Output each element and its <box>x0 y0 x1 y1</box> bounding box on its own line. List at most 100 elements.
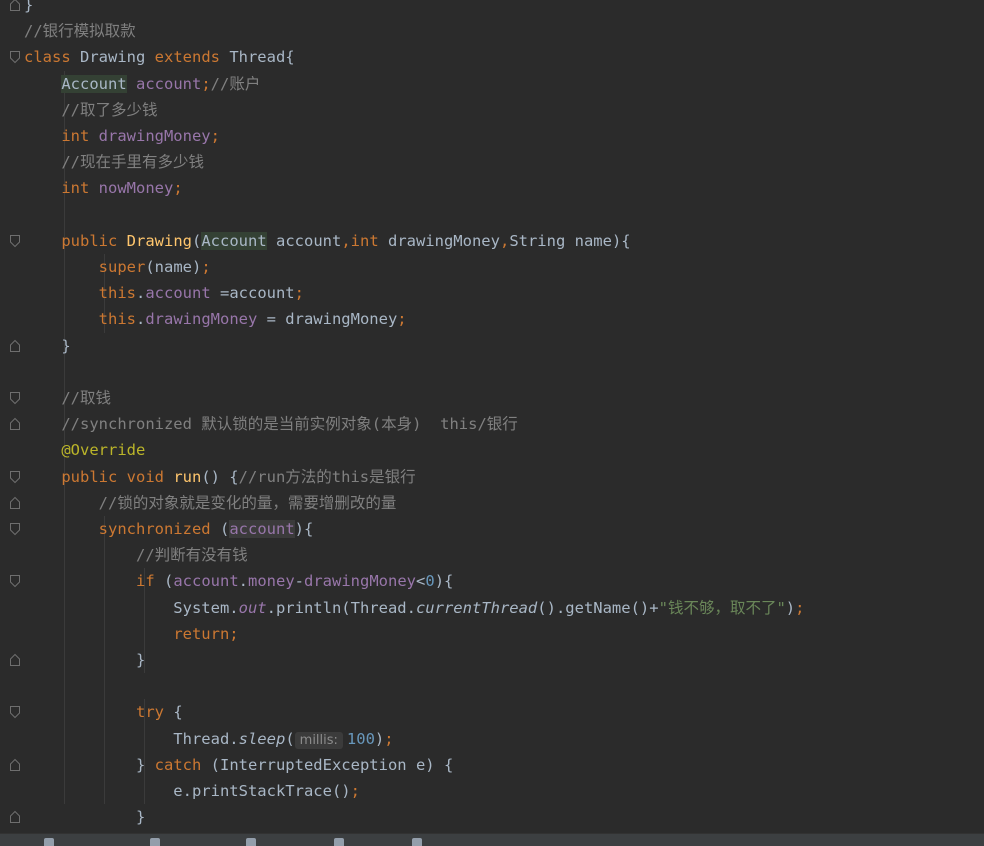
code-token: ( <box>163 572 174 591</box>
code-token: //锁的对象就是变化的量，需要增删改的量 <box>24 493 397 512</box>
fold-close-icon[interactable] <box>9 758 21 772</box>
code-line[interactable]: //取钱 <box>24 385 111 411</box>
code-token: ( <box>191 231 202 250</box>
code-token: ; <box>173 179 183 198</box>
code-token: ; <box>201 258 211 276</box>
code-line[interactable]: this.drawingMoney = drawingMoney; <box>24 306 407 332</box>
code-line[interactable]: @Override <box>24 437 145 463</box>
code-token: account <box>173 572 239 591</box>
code-line[interactable]: int nowMoney; <box>24 175 183 201</box>
fold-close-icon[interactable] <box>9 339 21 353</box>
fold-close-icon[interactable] <box>9 417 21 431</box>
code-token: (name) <box>145 258 202 276</box>
code-line[interactable]: try { <box>24 699 183 725</box>
code-line[interactable]: } <box>24 333 70 359</box>
code-token: this <box>98 310 136 329</box>
fold-open-icon[interactable] <box>9 470 21 484</box>
code-token: this <box>98 284 136 303</box>
code-line[interactable]: int drawingMoney; <box>24 123 220 149</box>
code-line[interactable]: public Drawing(Account account,int drawi… <box>24 228 631 254</box>
fold-open-icon[interactable] <box>9 391 21 405</box>
code-token: } <box>24 651 146 669</box>
code-line[interactable]: Account account;//账户 <box>24 71 260 97</box>
code-line[interactable]: System.out.println(Thread.currentThread(… <box>24 595 804 621</box>
code-token: , <box>499 231 510 250</box>
fold-open-icon[interactable] <box>9 522 21 536</box>
code-line[interactable]: if (account.money-drawingMoney<0){ <box>24 568 453 594</box>
code-token: Account <box>201 231 267 250</box>
code-token: money <box>248 572 295 591</box>
code-token: //账户 <box>210 74 261 93</box>
code-token: int <box>61 179 99 198</box>
code-token: //取了多少钱 <box>24 100 158 119</box>
fold-open-icon[interactable] <box>9 234 21 248</box>
code-token: (InterruptedException e) { <box>210 755 454 774</box>
code-token: } <box>24 0 34 14</box>
code-token: class <box>24 48 80 67</box>
parameter-hint: millis: <box>294 731 343 749</box>
code-token: Thread{ <box>229 48 295 67</box>
code-line[interactable]: e.printStackTrace(); <box>24 778 360 804</box>
fold-close-icon[interactable] <box>9 653 21 667</box>
code-token: { <box>173 703 183 722</box>
code-line[interactable]: //锁的对象就是变化的量，需要增删改的量 <box>24 490 397 516</box>
code-line[interactable]: } <box>24 804 145 830</box>
code-token: drawingMoney <box>145 310 258 329</box>
code-line[interactable]: //现在手里有多少钱 <box>24 149 204 175</box>
fold-close-icon[interactable] <box>9 810 21 824</box>
code-token: Thread. <box>24 729 239 748</box>
code-token: //判断有没有钱 <box>24 546 248 565</box>
code-token: nowMoney <box>98 179 174 198</box>
code-line[interactable]: //判断有没有钱 <box>24 542 248 568</box>
code-token: //银行模拟取款 <box>24 22 136 41</box>
code-line[interactable]: } <box>24 0 33 18</box>
code-token: ){ <box>434 572 454 591</box>
code-token: ( <box>219 520 230 538</box>
code-token: currentThread <box>415 598 538 617</box>
fold-open-icon[interactable] <box>9 574 21 588</box>
code-token: ; <box>384 729 394 748</box>
code-token: account <box>266 231 342 250</box>
code-editor[interactable]: } //银行模拟取款 class Drawing extends Thread{ A… <box>0 0 984 833</box>
code-token: System. <box>24 598 239 617</box>
code-token: ; <box>350 782 360 800</box>
code-token: drawingMoney <box>387 231 500 250</box>
code-token: public <box>61 231 127 250</box>
code-token: //run方法的this是银行 <box>238 467 416 486</box>
code-line[interactable]: Thread.sleep(millis: 100); <box>24 726 394 752</box>
code-token: ; <box>201 74 211 93</box>
code-line[interactable]: //取了多少钱 <box>24 97 158 123</box>
code-token: ().getName()+ <box>537 598 659 617</box>
code-line[interactable]: //synchronized 默认锁的是当前实例对象(本身) this/银行 <box>24 411 517 437</box>
code-line[interactable]: } <box>24 647 145 673</box>
code-token: ; <box>795 598 805 617</box>
code-line[interactable]: //银行模拟取款 <box>24 18 136 44</box>
code-token: account <box>145 284 211 303</box>
code-token: . <box>135 310 146 329</box>
code-token: .println(Thread. <box>266 598 416 617</box>
code-token: e.printStackTrace() <box>24 782 351 800</box>
fold-open-icon[interactable] <box>9 705 21 719</box>
bottom-toolbar <box>0 833 984 846</box>
code-line[interactable]: return; <box>24 621 239 647</box>
fold-close-icon[interactable] <box>9 0 21 12</box>
fold-close-icon[interactable] <box>9 496 21 510</box>
code-line[interactable]: public void run() {//run方法的this是银行 <box>24 464 416 490</box>
fold-open-icon[interactable] <box>9 50 21 64</box>
code-token: public void <box>61 467 174 486</box>
code-line[interactable]: class Drawing extends Thread{ <box>24 44 295 70</box>
code-line[interactable]: super(name); <box>24 254 211 280</box>
code-token: sleep <box>238 729 286 748</box>
code-line[interactable]: this.account =account; <box>24 280 304 306</box>
code-token: ( <box>285 729 295 748</box>
code-line[interactable]: synchronized (account){ <box>24 516 313 542</box>
code-token: ; <box>210 127 220 145</box>
code-line[interactable]: } catch (InterruptedException e) { <box>24 752 453 778</box>
code-token: return; <box>173 624 239 643</box>
